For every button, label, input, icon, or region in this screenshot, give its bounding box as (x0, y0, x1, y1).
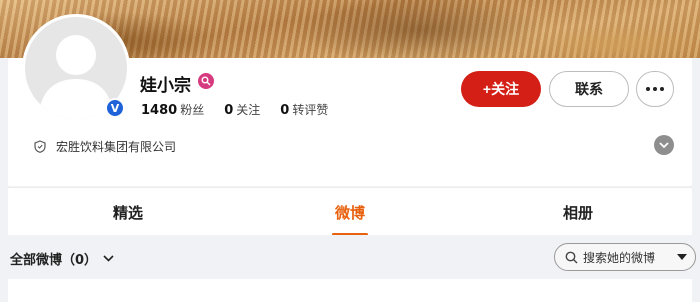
contact-button[interactable]: 联系 (549, 71, 629, 107)
shield-icon (34, 140, 46, 153)
stat-followers[interactable]: 1480 粉丝 (141, 101, 204, 118)
company-name: 宏胜饮料集团有限公司 (56, 140, 177, 154)
tab-featured[interactable]: 精选 (68, 188, 188, 236)
chevron-down-icon (103, 255, 114, 262)
feed-filter-bar: 全部微博（0） 搜索她的微博 (0, 235, 700, 279)
follow-button[interactable]: +关注 (461, 71, 541, 107)
stat-following[interactable]: 0 关注 (224, 101, 260, 118)
verified-v-icon: V (105, 98, 125, 118)
tab-weibo[interactable]: 微博 (290, 188, 410, 236)
more-dots-icon[interactable] (636, 71, 674, 107)
profile-badge-icon[interactable] (198, 73, 214, 89)
tab-album[interactable]: 相册 (518, 188, 638, 236)
stat-engagements: 0 转评赞 (280, 103, 329, 118)
profile-stats: 1480 粉丝 0 关注 0 转评赞 (141, 101, 328, 118)
search-input[interactable]: 搜索她的微博 (554, 243, 696, 271)
profile-name: 娃小宗 (140, 76, 191, 96)
profile-tabs: 精选 微博 相册 (8, 187, 692, 236)
chevron-down-icon[interactable] (654, 135, 674, 155)
dropdown-arrow-icon[interactable] (677, 254, 687, 260)
all-weibo-dropdown[interactable]: 全部微博（0） (10, 249, 114, 268)
search-icon (565, 251, 578, 263)
company-info: 宏胜饮料集团有限公司 (34, 138, 176, 155)
feed-list (8, 279, 692, 302)
